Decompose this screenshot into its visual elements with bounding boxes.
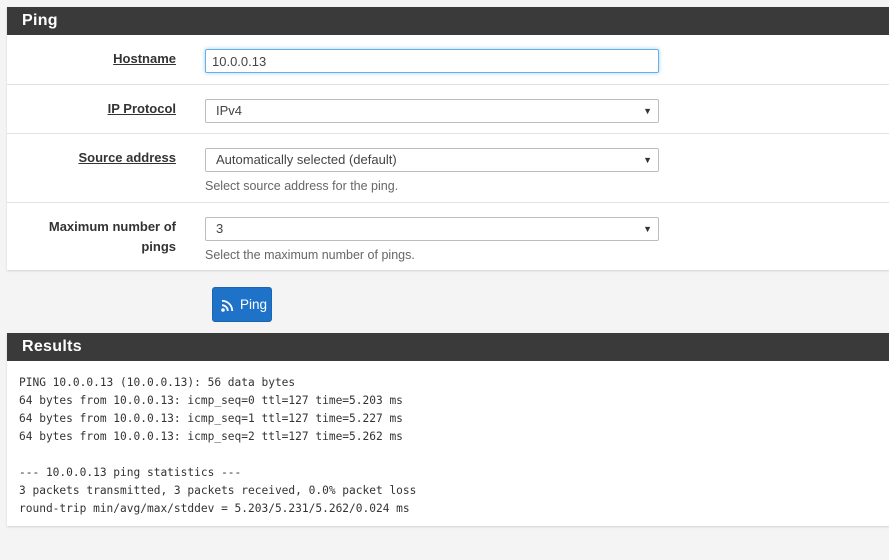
chevron-down-icon: ▼ — [643, 106, 652, 116]
source-address-selected: Automatically selected (default) — [216, 152, 397, 167]
ping-button[interactable]: Ping — [212, 287, 272, 322]
results-panel-title: Results — [7, 333, 889, 361]
chevron-down-icon: ▼ — [643, 224, 652, 234]
rss-icon — [221, 299, 234, 312]
max-pings-label-line2: pings — [141, 239, 176, 254]
source-address-row: Source address Automatically selected (d… — [7, 133, 889, 202]
ip-protocol-label: IP Protocol — [107, 101, 176, 116]
hostname-row: Hostname — [7, 35, 889, 84]
max-pings-selected: 3 — [216, 221, 224, 236]
source-address-select[interactable]: Automatically selected (default) ▼ — [205, 148, 659, 172]
max-pings-select[interactable]: 3 ▼ — [205, 217, 659, 241]
results-panel: Results PING 10.0.0.13 (10.0.0.13): 56 d… — [7, 333, 889, 526]
ip-protocol-select[interactable]: IPv4 ▼ — [205, 99, 659, 123]
source-address-help: Select source address for the ping. — [205, 179, 399, 193]
source-address-label: Source address — [78, 150, 176, 165]
max-pings-label: Maximum number of pings — [26, 217, 176, 257]
results-body: PING 10.0.0.13 (10.0.0.13): 56 data byte… — [7, 361, 889, 526]
chevron-down-icon: ▼ — [643, 155, 652, 165]
ip-protocol-row: IP Protocol IPv4 ▼ — [7, 84, 889, 133]
hostname-input[interactable] — [205, 49, 659, 73]
max-pings-label-line1: Maximum number of — [48, 219, 176, 234]
ping-output: PING 10.0.0.13 (10.0.0.13): 56 data byte… — [19, 376, 417, 515]
max-pings-help: Select the maximum number of pings. — [205, 248, 415, 262]
max-pings-row: Maximum number of pings 3 ▼ Select the m… — [7, 202, 889, 270]
ping-panel: Ping Hostname IP Protocol IPv4 ▼ Source … — [7, 7, 889, 270]
ip-protocol-selected: IPv4 — [216, 103, 243, 118]
ping-panel-title: Ping — [7, 7, 889, 35]
hostname-label: Hostname — [113, 51, 176, 66]
ping-button-label: Ping — [240, 297, 268, 312]
